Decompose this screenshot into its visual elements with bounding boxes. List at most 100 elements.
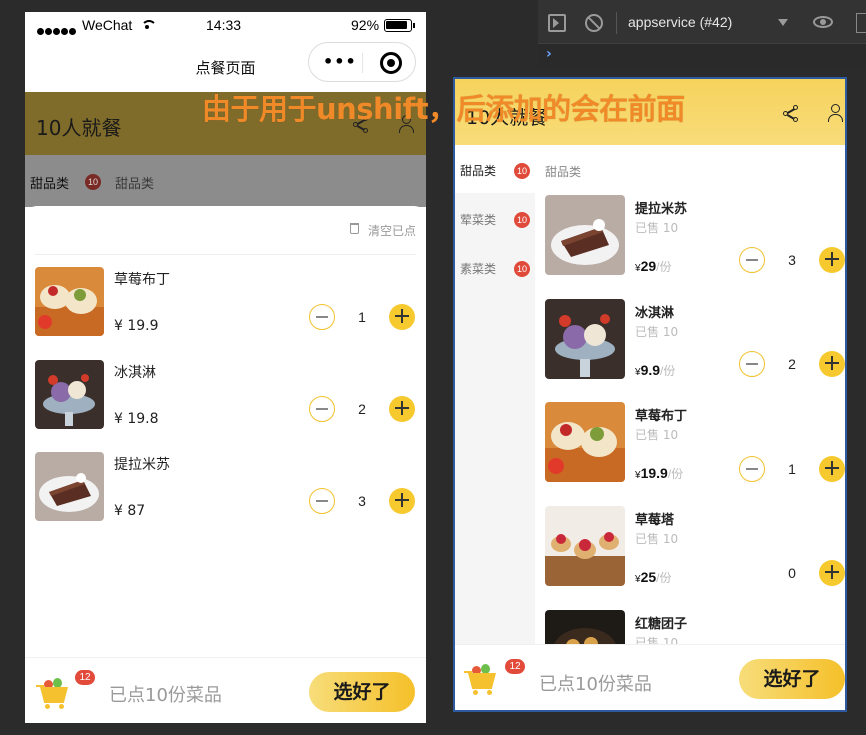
context-select[interactable]: appservice (#42) <box>628 14 732 30</box>
dish-name: 提拉米苏 <box>635 202 688 217</box>
decrease-button[interactable] <box>309 488 335 514</box>
increase-button[interactable] <box>819 456 845 482</box>
console-prompt-icon: › <box>546 46 552 62</box>
quantity-value: 2 <box>788 356 796 372</box>
quantity-value: 1 <box>788 461 796 477</box>
cart-item-name: 草莓布丁 <box>114 272 170 288</box>
dish-image-icecream <box>545 299 625 379</box>
increase-button[interactable] <box>819 351 845 377</box>
category-heading: 甜品类 <box>545 165 582 179</box>
category-sidebar: 甜品类 10 荤菜类 10 素菜类 10 <box>455 145 535 645</box>
quantity-value: 0 <box>788 565 796 581</box>
devtools-toolbar: appservice (#42) <box>538 0 866 44</box>
quantity-value: 3 <box>358 493 366 509</box>
decrease-button[interactable] <box>739 247 765 273</box>
share-icon[interactable] <box>783 105 799 122</box>
cart-item-name: 冰淇淋 <box>114 365 156 381</box>
console-input-row[interactable]: › <box>538 44 866 68</box>
sidebar-item-label: 甜品类 <box>460 164 497 178</box>
toggle-panel-icon[interactable] <box>548 14 566 32</box>
confirm-button[interactable]: 选好了 <box>309 672 415 712</box>
category-tabs: 甜品类 10 甜品类 <box>25 155 426 207</box>
capsule-divider <box>362 53 363 73</box>
user-icon[interactable] <box>827 104 843 122</box>
sidebar-item-dessert[interactable]: 甜品类 10 <box>455 145 535 193</box>
dish-image-icecream <box>35 360 104 429</box>
dish-price: ¥25/份 <box>635 569 672 585</box>
clear-console-icon[interactable] <box>585 14 603 32</box>
more-icon[interactable]: ••• <box>323 54 357 70</box>
tab-badge: 10 <box>85 174 101 190</box>
ordered-summary: 已点10份菜品 <box>539 674 652 695</box>
increase-button[interactable] <box>389 488 415 514</box>
battery-percent: 92% <box>351 17 380 33</box>
cart-icon[interactable] <box>464 663 502 695</box>
cart-item: 冰淇淋 ¥ 19.8 2 <box>25 360 426 430</box>
signal-icon <box>37 22 77 38</box>
confirm-button[interactable]: 选好了 <box>739 659 845 699</box>
clear-cart-button[interactable]: 清空已点 <box>368 222 416 239</box>
dish-image-tiramisu <box>35 452 104 521</box>
quantity-value: 3 <box>788 252 796 268</box>
dish-card: 草莓布丁 已售 10 ¥19.9/份 1 <box>545 402 845 484</box>
dish-name: 红糖团子 <box>635 617 688 632</box>
sidebar-item-meat[interactable]: 荤菜类 10 <box>455 194 535 242</box>
tab-dessert-2[interactable]: 甜品类 <box>115 173 154 192</box>
status-bar: WeChat 14:33 92% <box>25 12 426 40</box>
nav-bar: 点餐页面 ••• <box>25 40 426 92</box>
dish-name: 草莓布丁 <box>635 409 688 424</box>
cart-count-badge: 12 <box>75 670 95 685</box>
increase-button[interactable] <box>389 396 415 422</box>
dish-image-pudding <box>545 402 625 482</box>
divider <box>35 254 416 255</box>
cart-item-price: ¥ 87 <box>114 503 146 519</box>
increase-button[interactable] <box>819 560 845 586</box>
annotation-note: 由于用于unshift，后添加的会在前面 <box>202 92 685 126</box>
status-time: 14:33 <box>206 17 242 33</box>
cart-item-price: ¥ 19.8 <box>114 411 159 427</box>
decrease-button[interactable] <box>309 396 335 422</box>
cart-icon[interactable] <box>36 677 74 709</box>
decrease-button[interactable] <box>739 456 765 482</box>
filter-box[interactable] <box>856 13 866 33</box>
dish-name: 冰淇淋 <box>635 306 675 321</box>
cart-count-badge: 12 <box>505 659 525 674</box>
bottom-cart-bar: 12 已点10份菜品 选好了 <box>455 644 845 710</box>
ordered-summary: 已点10份菜品 <box>109 685 222 706</box>
cart-item: 草莓布丁 ¥ 19.9 1 <box>25 267 426 337</box>
dimmed-page[interactable]: 10人就餐 甜品类 10 甜品类 清空已点 草莓布丁 ¥ 19.9 1 冰淇淋 … <box>25 92 426 723</box>
quantity-value: 2 <box>358 401 366 417</box>
sidebar-badge: 10 <box>514 163 530 179</box>
dish-sold: 已售 10 <box>635 428 679 442</box>
sidebar-item-label: 素菜类 <box>460 262 497 276</box>
wifi-icon <box>141 20 157 30</box>
dish-price: ¥19.9/份 <box>635 465 684 481</box>
dish-sold: 已售 10 <box>635 325 679 339</box>
cart-item-name: 提拉米苏 <box>114 457 170 473</box>
cart-sheet: 清空已点 草莓布丁 ¥ 19.9 1 冰淇淋 ¥ 19.8 2 提拉米苏 ¥ 8… <box>25 206 426 656</box>
dish-image-tiramisu <box>545 195 625 275</box>
dish-sold: 已售 10 <box>635 221 679 235</box>
toolbar-divider <box>616 12 617 34</box>
trash-icon[interactable] <box>350 223 359 234</box>
dining-title: 10人就餐 <box>36 116 122 140</box>
sidebar-badge: 10 <box>514 261 530 277</box>
sidebar-item-veg[interactable]: 素菜类 10 <box>455 243 535 291</box>
cart-item-price: ¥ 19.9 <box>114 318 159 334</box>
increase-button[interactable] <box>819 247 845 273</box>
tab-dessert[interactable]: 甜品类 <box>30 173 69 192</box>
quantity-value: 1 <box>358 309 366 325</box>
bottom-cart-bar: 12 已点10份菜品 选好了 <box>25 657 426 723</box>
decrease-button[interactable] <box>739 351 765 377</box>
chevron-down-icon[interactable] <box>778 19 788 26</box>
decrease-button[interactable] <box>309 304 335 330</box>
right-phone-simulator: 10人就餐 甜品类 10 荤菜类 10 素菜类 10 甜品类 提拉米苏 已售 1… <box>453 77 847 712</box>
dish-price: ¥9.9/份 <box>635 362 676 378</box>
eye-icon[interactable] <box>813 16 833 28</box>
dish-sold: 已售 10 <box>635 532 679 546</box>
increase-button[interactable] <box>389 304 415 330</box>
sidebar-badge: 10 <box>514 212 530 228</box>
dish-card: 提拉米苏 已售 10 ¥29/份 3 <box>545 195 845 277</box>
close-miniprogram-icon[interactable] <box>380 52 402 74</box>
dish-name: 草莓塔 <box>635 513 675 528</box>
